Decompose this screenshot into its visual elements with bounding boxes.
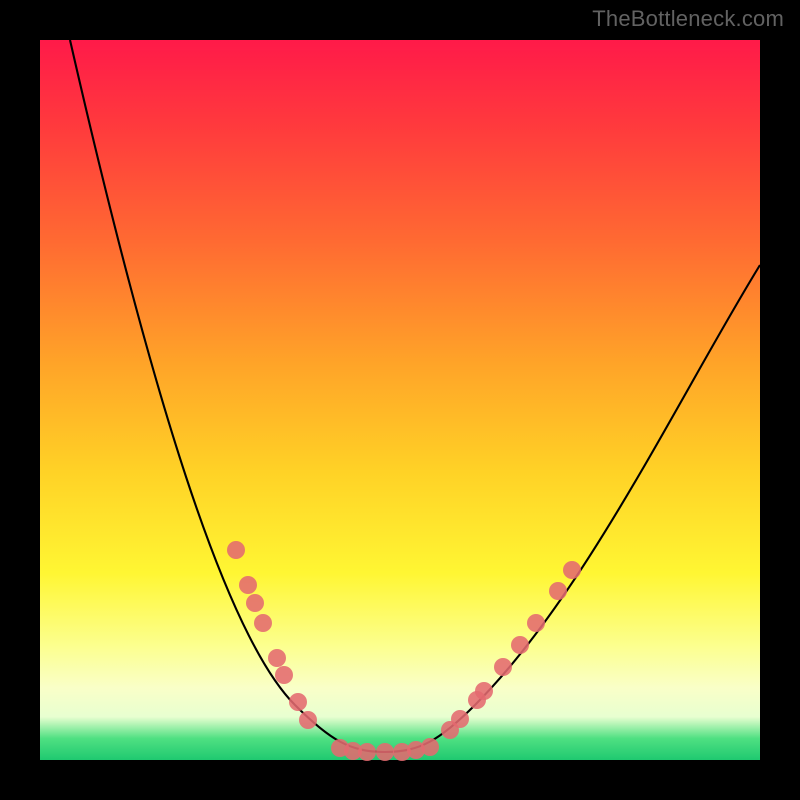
plot-area bbox=[40, 40, 760, 760]
curve-svg bbox=[40, 40, 760, 760]
data-dot bbox=[451, 710, 469, 728]
dots-right bbox=[441, 561, 581, 739]
data-dot bbox=[246, 594, 264, 612]
chart-stage: TheBottleneck.com bbox=[0, 0, 800, 800]
dots-bottom bbox=[331, 738, 439, 761]
data-dot bbox=[239, 576, 257, 594]
data-dot bbox=[358, 743, 376, 761]
data-dot bbox=[268, 649, 286, 667]
data-dot bbox=[527, 614, 545, 632]
data-dot bbox=[494, 658, 512, 676]
data-dot bbox=[511, 636, 529, 654]
data-dot bbox=[563, 561, 581, 579]
data-dot bbox=[421, 738, 439, 756]
data-dot bbox=[549, 582, 567, 600]
data-dot bbox=[376, 743, 394, 761]
dots-left bbox=[227, 541, 317, 729]
watermark-text: TheBottleneck.com bbox=[592, 6, 784, 32]
data-dot bbox=[289, 693, 307, 711]
data-dot bbox=[254, 614, 272, 632]
data-dot bbox=[475, 682, 493, 700]
bottleneck-curve bbox=[70, 40, 760, 752]
data-dot bbox=[227, 541, 245, 559]
data-dot bbox=[299, 711, 317, 729]
data-dot bbox=[275, 666, 293, 684]
